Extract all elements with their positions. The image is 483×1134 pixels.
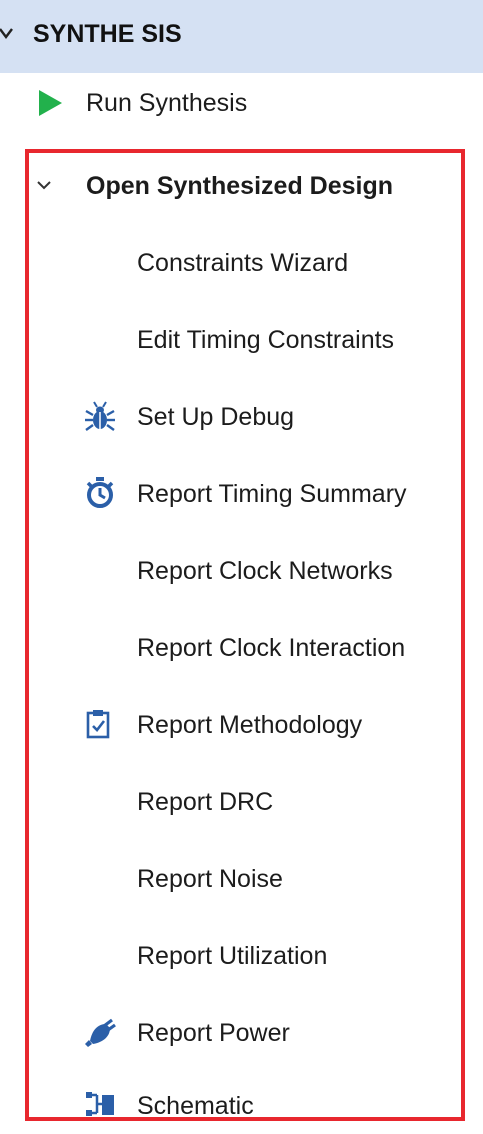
run-synthesis-label: Run Synthesis — [86, 89, 248, 117]
set-up-debug-label: Set Up Debug — [137, 403, 295, 431]
report-timing-summary-label: Report Timing Summary — [137, 480, 407, 508]
schematic-label: Schematic — [137, 1092, 254, 1120]
schematic-icon — [86, 1092, 114, 1116]
report-drc-label: Report DRC — [137, 788, 274, 816]
clipboard-check-icon — [86, 710, 110, 739]
report-noise-item[interactable]: Report Noise — [137, 859, 283, 899]
report-clock-networks-item[interactable]: Report Clock Networks — [137, 551, 393, 591]
report-clock-interaction-label: Report Clock Interaction — [137, 634, 406, 662]
chevron-down-icon[interactable] — [36, 178, 52, 192]
constraints-wizard-label: Constraints Wizard — [137, 249, 349, 277]
play-icon — [39, 90, 62, 116]
bug-icon — [85, 401, 115, 431]
section-title: SYNTHE SIS — [33, 20, 182, 48]
report-methodology-label: Report Methodology — [137, 711, 363, 739]
report-drc-item[interactable]: Report DRC — [137, 782, 273, 822]
open-synthesized-design-label: Open Synthesized Design — [86, 172, 394, 200]
edit-timing-constraints-item[interactable]: Edit Timing Constraints — [137, 320, 394, 360]
report-noise-label: Report Noise — [137, 865, 283, 893]
power-plug-icon — [85, 1018, 116, 1047]
stopwatch-icon — [86, 477, 114, 508]
chevron-down-icon[interactable] — [0, 24, 18, 44]
section-header-synthesis[interactable]: SYNTHE SIS — [0, 0, 483, 73]
edit-timing-constraints-label: Edit Timing Constraints — [137, 326, 395, 354]
constraints-wizard-item[interactable]: Constraints Wizard — [137, 243, 348, 283]
report-clock-interaction-item[interactable]: Report Clock Interaction — [137, 628, 405, 668]
report-utilization-item[interactable]: Report Utilization — [137, 936, 327, 976]
report-power-label: Report Power — [137, 1019, 290, 1047]
report-utilization-label: Report Utilization — [137, 942, 328, 970]
report-clock-networks-label: Report Clock Networks — [137, 557, 393, 585]
